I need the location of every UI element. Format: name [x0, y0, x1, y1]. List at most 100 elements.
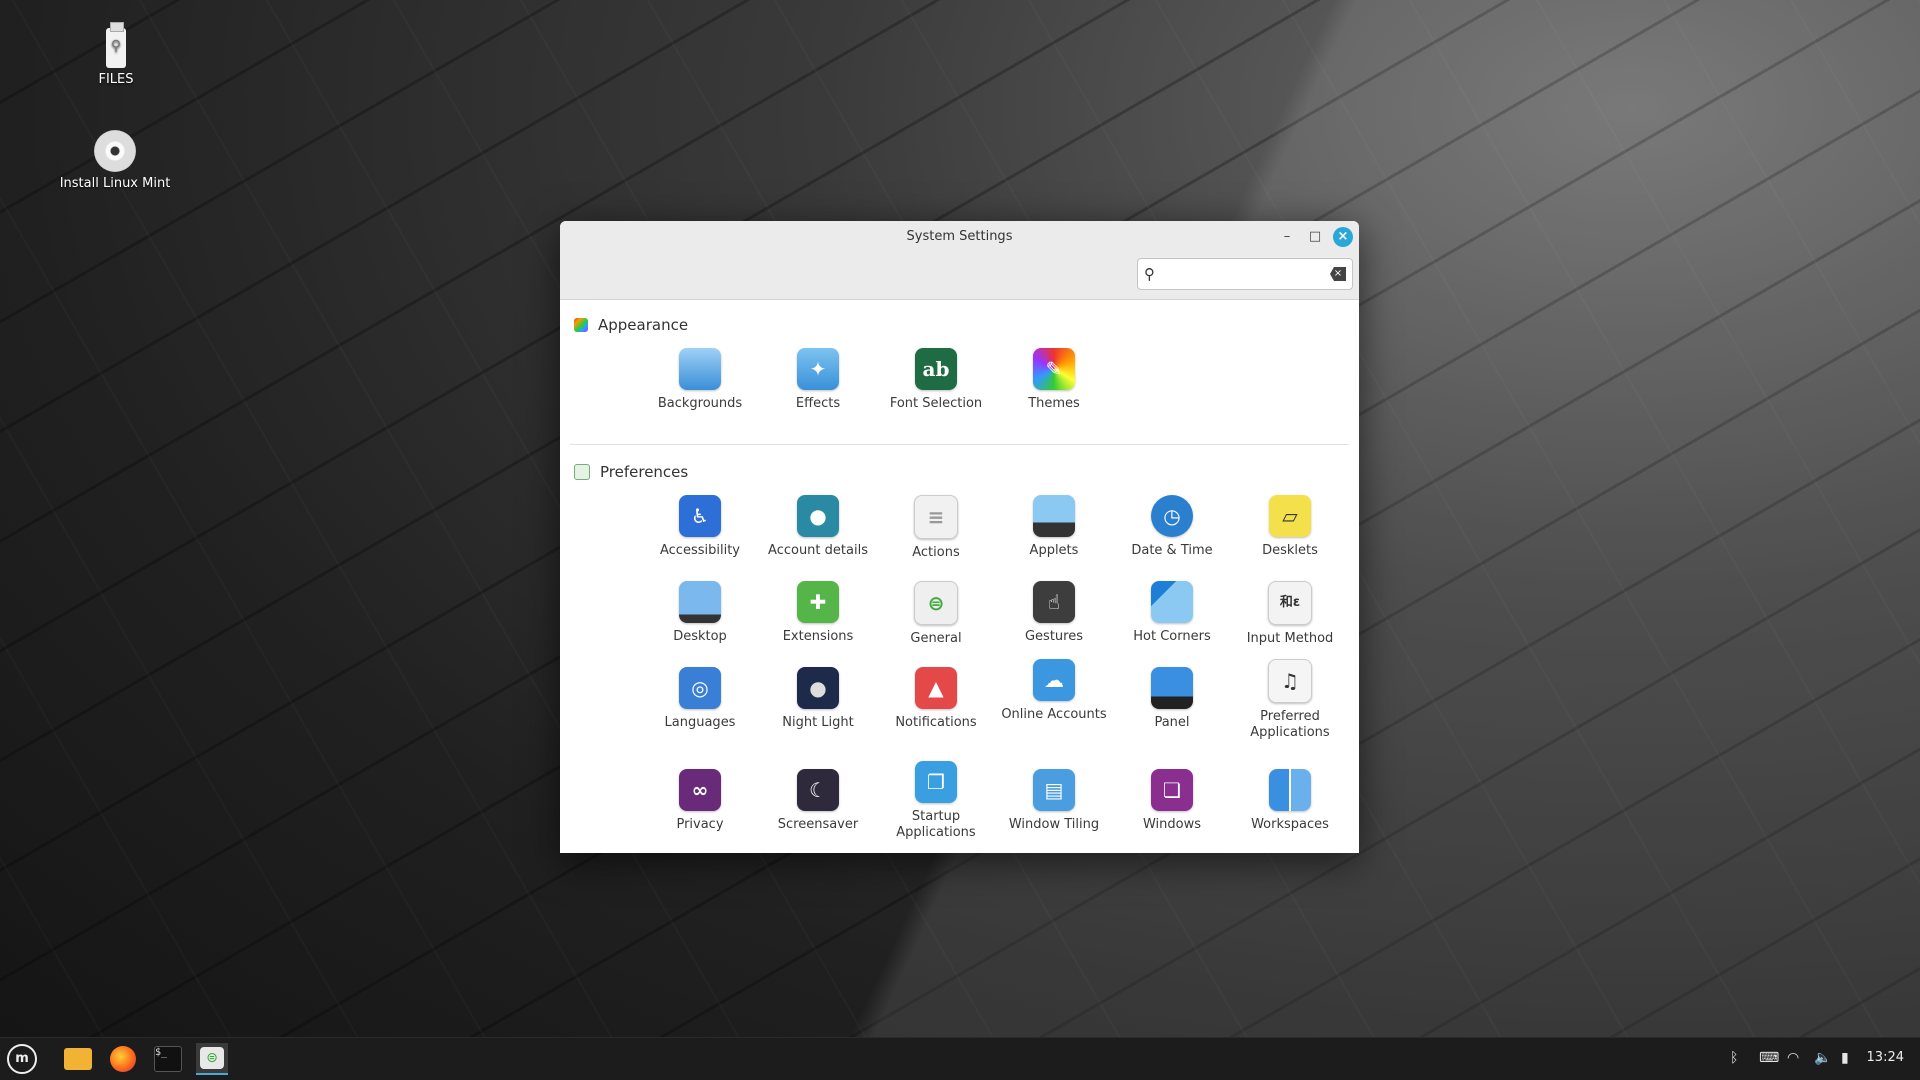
workspaces-icon [1269, 769, 1311, 811]
settings-item-extensions[interactable]: ✚ Extensions [759, 581, 877, 645]
settings-item-date-time[interactable]: ◷ Date & Time [1113, 495, 1231, 559]
account-details-icon: ● [797, 495, 839, 537]
item-label: Font Selection [889, 396, 983, 411]
settings-item-account-details[interactable]: ● Account details [759, 495, 877, 559]
close-button[interactable]: × [1333, 227, 1353, 247]
usb-drive-icon [106, 22, 126, 68]
desktop-icon-files[interactable]: FILES [46, 22, 186, 87]
terminal-icon: $_ [154, 1046, 182, 1072]
settings-item-hot-corners[interactable]: Hot Corners [1113, 581, 1231, 645]
clock[interactable]: 13:24 [1867, 1050, 1904, 1065]
settings-item-languages[interactable]: ◎ Languages [641, 667, 759, 731]
taskbar-firefox-button[interactable] [107, 1043, 139, 1075]
item-label: Accessibility [660, 543, 740, 558]
settings-item-preferred-applications[interactable]: ♫ Preferred Applications [1231, 659, 1349, 741]
settings-item-privacy[interactable]: ∞ Privacy [641, 769, 759, 833]
item-label: Startup Applications [896, 809, 976, 840]
settings-content: Appearance Backgrounds ✦ Effects ab Font… [560, 300, 1359, 853]
disc-icon [94, 130, 136, 172]
minimize-button[interactable]: – [1277, 227, 1297, 247]
puzzle-icon: ✚ [797, 581, 839, 623]
item-label: Applets [1029, 543, 1079, 558]
clear-icon[interactable]: × [1330, 267, 1346, 281]
titlebar: System Settings – □ × ⚲ × [560, 221, 1359, 300]
settings-item-online-accounts[interactable]: ☁ Online Accounts [995, 659, 1113, 723]
item-label: Online Accounts [1001, 707, 1107, 722]
taskbar-terminal-button[interactable]: $_ [152, 1043, 184, 1075]
item-label: Panel [1154, 715, 1190, 730]
globe-icon: ◎ [679, 667, 721, 709]
desktop-icon [679, 581, 721, 623]
maximize-button[interactable]: □ [1305, 227, 1325, 247]
mint-menu-icon: m [7, 1044, 37, 1074]
item-label: Night Light [782, 715, 854, 730]
windows-icon: ❏ [1151, 769, 1193, 811]
settings-item-night-light[interactable]: ● Night Light [759, 667, 877, 731]
section-title: Appearance [598, 316, 689, 334]
item-label: Effects [795, 396, 841, 411]
item-label: Themes [1028, 396, 1080, 411]
section-header-preferences: Preferences [574, 463, 688, 481]
preferences-icon [574, 464, 590, 480]
wifi-icon[interactable]: ◠ [1787, 1050, 1799, 1066]
taskbar-files-button[interactable] [62, 1043, 94, 1075]
actions-icon: ≡ [914, 495, 958, 539]
mask-icon: ∞ [679, 769, 721, 811]
settings-icon: ⊜ [200, 1047, 224, 1069]
item-label: Backgrounds [657, 396, 743, 411]
panel-icon [1151, 667, 1193, 709]
bluetooth-icon[interactable]: ᛒ [1730, 1050, 1738, 1066]
item-label: Windows [1142, 817, 1202, 832]
settings-item-actions[interactable]: ≡ Actions [877, 495, 995, 561]
desklets-icon: ▱ [1269, 495, 1311, 537]
font-selection-icon: ab [915, 348, 957, 390]
crescent-icon: ☾ [797, 769, 839, 811]
settings-item-screensaver[interactable]: ☾ Screensaver [759, 769, 877, 833]
settings-item-window-tiling[interactable]: ▤ Window Tiling [995, 769, 1113, 833]
desktop-icon-install[interactable]: Install Linux Mint [45, 130, 185, 191]
hot-corners-icon [1151, 581, 1193, 623]
appearance-icon [574, 318, 588, 332]
desktop-icon-label: FILES [98, 72, 134, 87]
desktop-icon-label: Install Linux Mint [59, 176, 171, 191]
item-label: Window Tiling [1008, 817, 1100, 832]
settings-item-desklets[interactable]: ▱ Desklets [1231, 495, 1349, 559]
item-label: Preferred Applications [1250, 709, 1330, 740]
item-label: Extensions [782, 629, 854, 644]
battery-icon[interactable]: ▮ [1841, 1050, 1849, 1066]
keyboard-layout-icon[interactable]: ⌨ [1759, 1050, 1779, 1066]
item-label: Languages [664, 715, 736, 730]
settings-item-windows[interactable]: ❏ Windows [1113, 769, 1231, 833]
volume-icon[interactable]: 🔈 [1814, 1050, 1831, 1066]
input-method-icon: 和ε [1268, 581, 1312, 625]
item-label: General [910, 631, 962, 646]
settings-item-applets[interactable]: Applets [995, 495, 1113, 559]
folder-icon [64, 1048, 92, 1070]
mint-menu-button[interactable]: m [6, 1043, 38, 1075]
settings-item-font-selection[interactable]: ab Font Selection [877, 348, 995, 412]
settings-item-general[interactable]: ⊜ General [877, 581, 995, 647]
search-input[interactable] [1164, 263, 1318, 287]
settings-item-accessibility[interactable]: ♿ Accessibility [641, 495, 759, 559]
firefox-icon [110, 1046, 136, 1072]
item-label: Actions [912, 545, 960, 560]
settings-item-panel[interactable]: Panel [1113, 667, 1231, 731]
settings-item-workspaces[interactable]: Workspaces [1231, 769, 1349, 833]
settings-item-themes[interactable]: ✎ Themes [995, 348, 1113, 412]
item-label: Input Method [1246, 631, 1334, 646]
settings-item-notifications[interactable]: ▲ Notifications [877, 667, 995, 731]
settings-item-input-method[interactable]: 和ε Input Method [1231, 581, 1349, 647]
settings-item-desktop[interactable]: Desktop [641, 581, 759, 645]
taskbar-settings-button[interactable]: ⊜ [196, 1043, 228, 1075]
cloud-icon: ☁ [1033, 659, 1075, 701]
settings-item-startup-applications[interactable]: ❐ Startup Applications [877, 761, 995, 841]
settings-item-backgrounds[interactable]: Backgrounds [641, 348, 759, 412]
settings-item-effects[interactable]: ✦ Effects [759, 348, 877, 412]
search-field[interactable]: ⚲ × [1137, 258, 1353, 290]
search-icon: ⚲ [1144, 265, 1155, 283]
accessibility-icon: ♿ [679, 495, 721, 537]
item-label: Gestures [1024, 629, 1083, 644]
settings-item-gestures[interactable]: ☝ Gestures [995, 581, 1113, 645]
section-divider [570, 444, 1349, 445]
effects-icon: ✦ [797, 348, 839, 390]
